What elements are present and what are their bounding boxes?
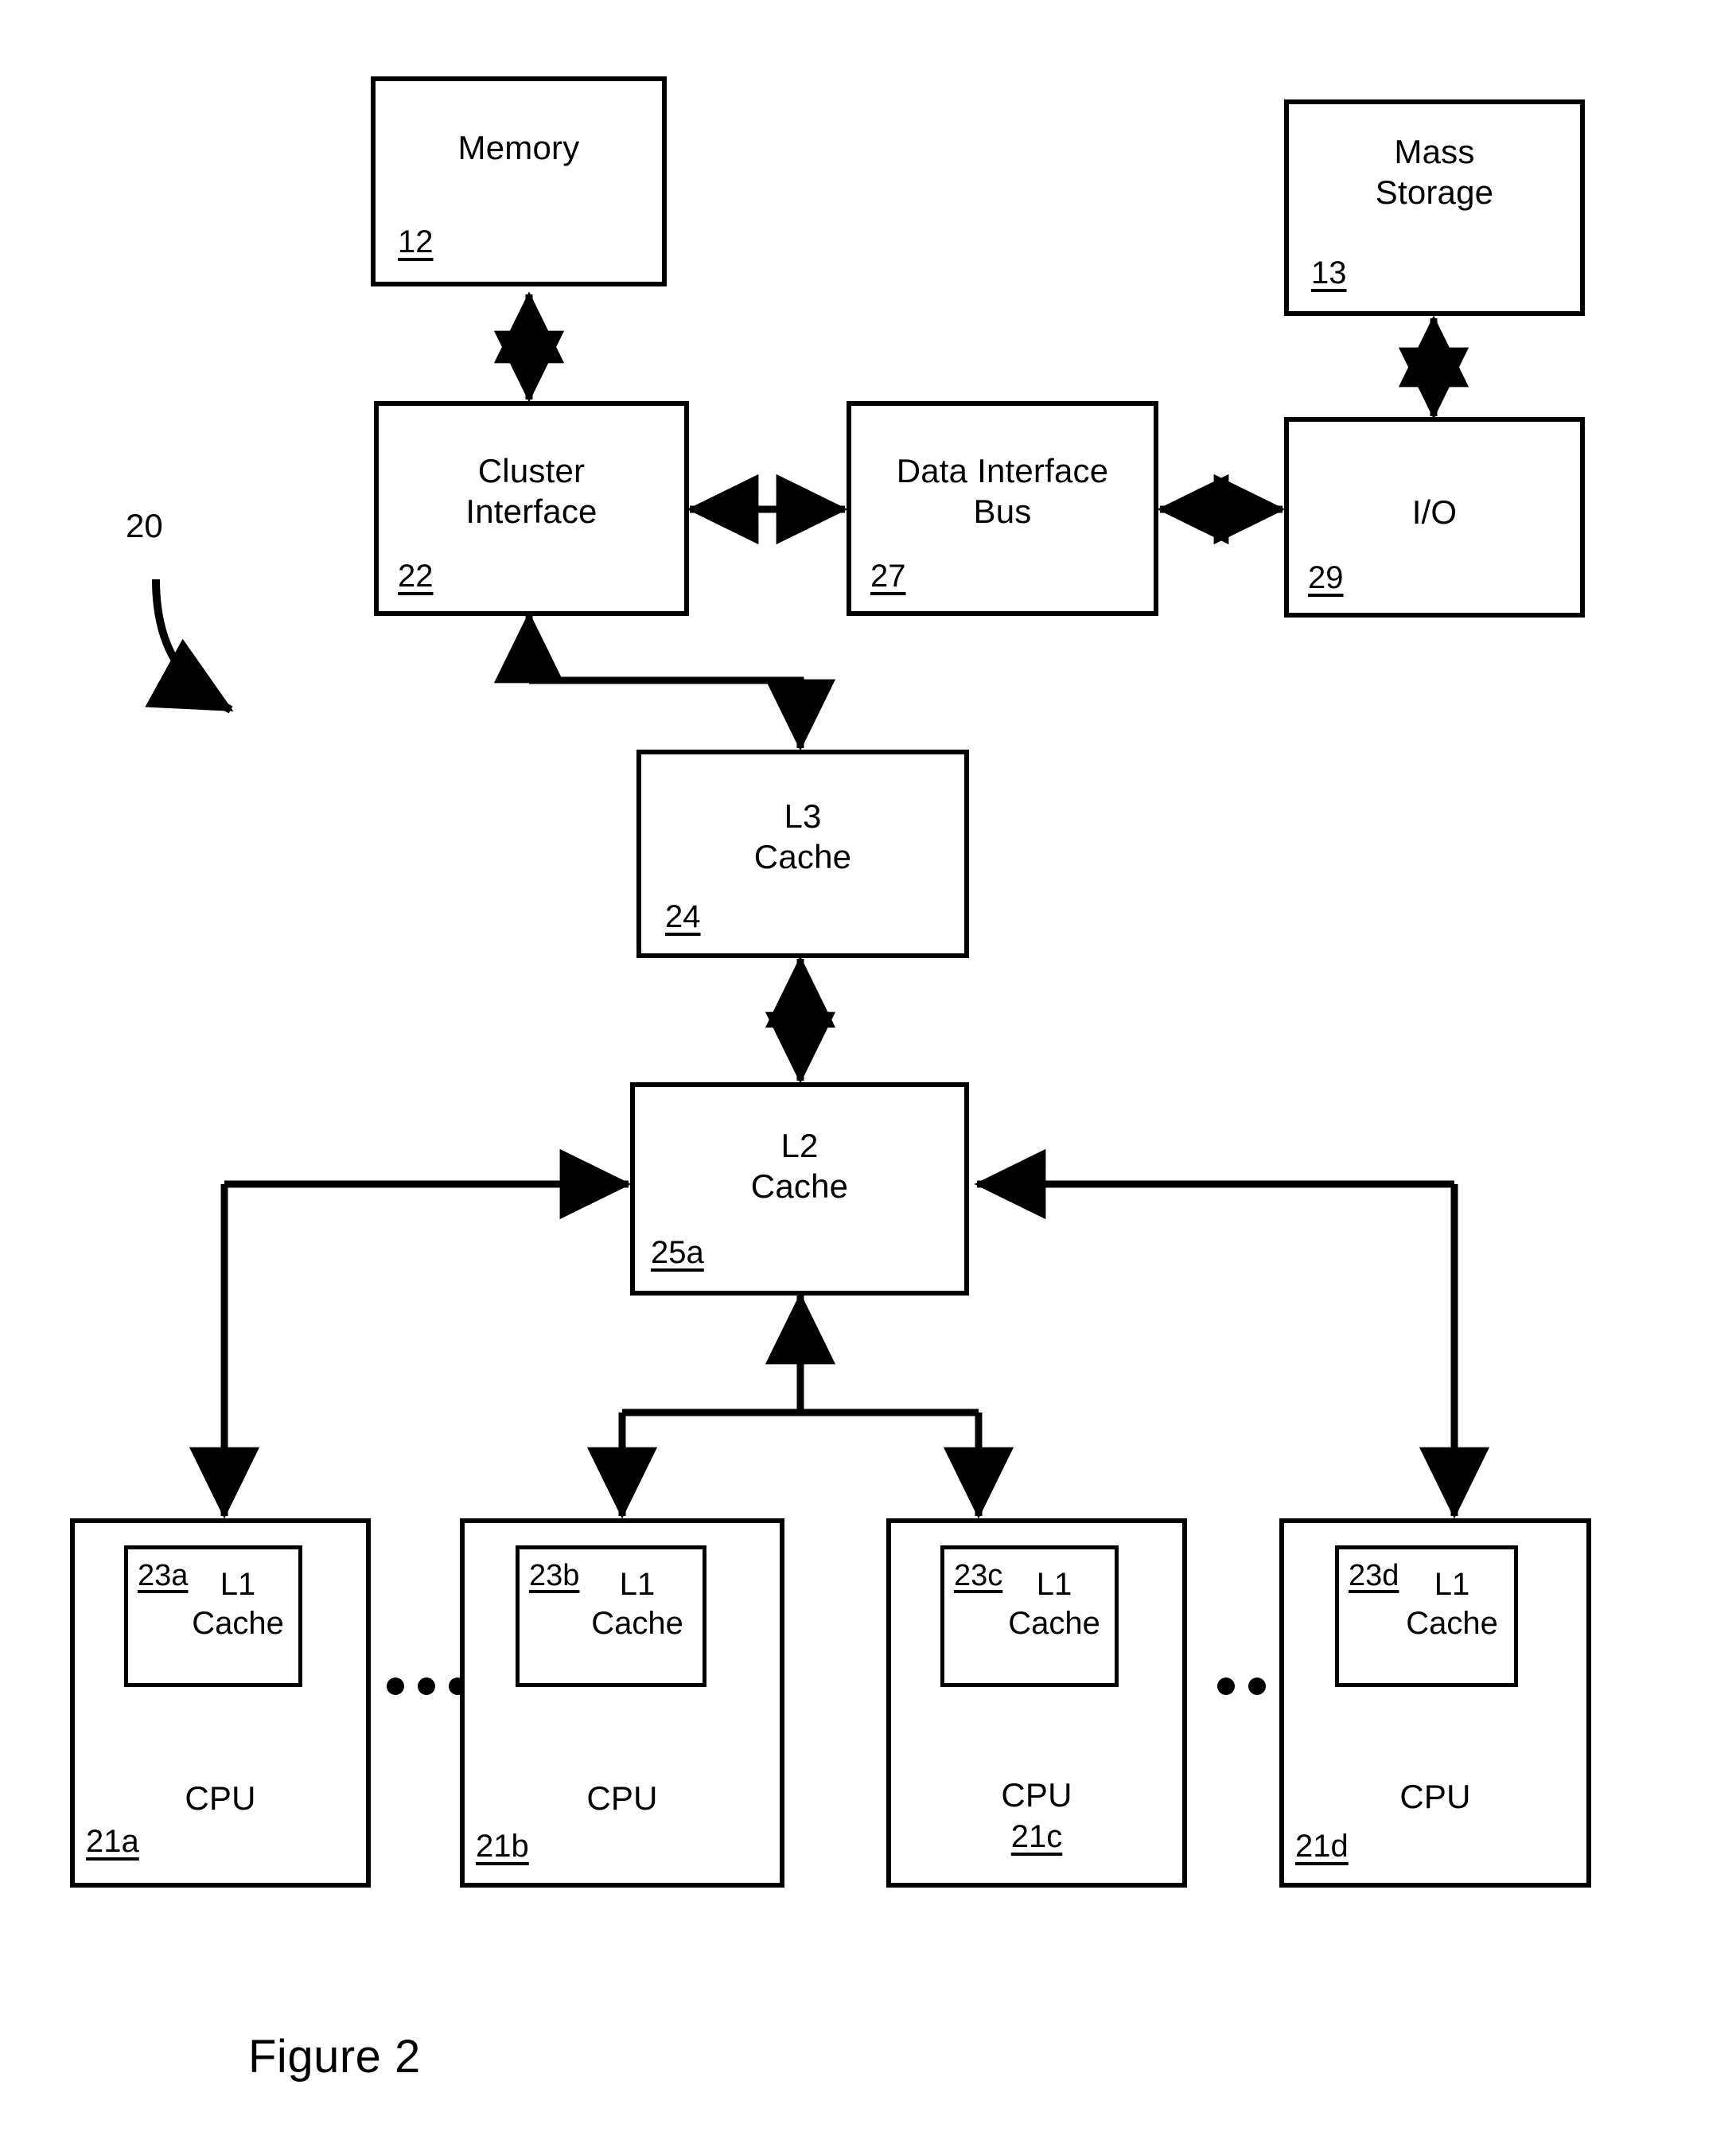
block-cpu-b[interactable]: 23b L1 Cache CPU 21b	[460, 1518, 784, 1888]
ellipsis-dot	[1217, 1677, 1235, 1695]
block-l2-cache-title: L2 Cache	[750, 1127, 849, 1206]
block-cluster-interface-title: Cluster Interface	[465, 452, 597, 531]
patent-figure: Memory 12 Mass Storage 13 Cluster Interf…	[0, 0, 1736, 2147]
block-l2-cache[interactable]: L2 Cache 25a	[630, 1082, 969, 1296]
block-l1-cache-a[interactable]: 23a L1 Cache	[124, 1545, 302, 1687]
block-cpu-a-title: CPU	[185, 1779, 256, 1817]
ellipsis-dot	[418, 1677, 435, 1695]
leader-arrow-20	[145, 579, 234, 714]
block-l3-cache[interactable]: L3 Cache 24	[636, 750, 969, 958]
block-l1-cache-c-title: L1 Cache	[1008, 1567, 1100, 1641]
block-data-interface-bus-ref: 27	[870, 559, 906, 594]
block-memory[interactable]: Memory 12	[371, 76, 667, 286]
block-io[interactable]: I/O 29	[1284, 417, 1585, 618]
block-io-ref: 29	[1308, 560, 1344, 595]
block-cpu-b-title: CPU	[586, 1779, 658, 1817]
block-l1-cache-d[interactable]: 23d L1 Cache	[1335, 1545, 1518, 1687]
figure-caption: Figure 2	[248, 2031, 421, 2083]
wire-cluster-l3-tail	[529, 676, 836, 751]
block-l2-cache-ref: 25a	[651, 1235, 704, 1270]
block-data-interface-bus[interactable]: Data Interface Bus 27	[847, 401, 1158, 616]
block-l3-cache-ref: 24	[665, 899, 701, 934]
system-ref-20: 20	[126, 507, 163, 544]
block-cpu-a-ref: 21a	[86, 1824, 139, 1859]
block-l1-cache-c[interactable]: 23c L1 Cache	[940, 1545, 1119, 1687]
block-mass-storage-title: Mass Storage	[1375, 133, 1494, 212]
block-l1-cache-a-title: L1 Cache	[192, 1567, 284, 1641]
block-memory-title: Memory	[457, 129, 580, 166]
block-cpu-b-ref: 21b	[476, 1829, 529, 1864]
ellipsis-dot	[1248, 1677, 1266, 1695]
block-memory-ref: 12	[398, 224, 434, 259]
block-cpu-d[interactable]: 23d L1 Cache CPU 21d	[1279, 1518, 1591, 1888]
block-mass-storage[interactable]: Mass Storage 13	[1284, 99, 1585, 316]
block-cpu-d-ref: 21d	[1295, 1829, 1349, 1864]
block-cluster-interface[interactable]: Cluster Interface 22	[374, 401, 689, 616]
block-cluster-interface-ref: 22	[398, 559, 434, 594]
block-cpu-c-ref: 21c	[1010, 1819, 1063, 1854]
block-cpu-a[interactable]: 23a L1 Cache CPU 21a	[70, 1518, 371, 1888]
block-l1-cache-b-title: L1 Cache	[591, 1567, 683, 1641]
block-cpu-d-title: CPU	[1399, 1778, 1471, 1815]
ellipsis-dot	[387, 1677, 404, 1695]
block-data-interface-bus-title: Data Interface Bus	[896, 452, 1109, 531]
block-cpu-c[interactable]: 23c L1 Cache CPU 21c	[886, 1518, 1187, 1888]
block-l3-cache-title: L3 Cache	[753, 797, 852, 876]
block-cpu-c-title: CPU	[1001, 1776, 1072, 1814]
block-mass-storage-ref: 13	[1311, 255, 1347, 290]
block-io-title: I/O	[1411, 493, 1458, 531]
block-l1-cache-b[interactable]: 23b L1 Cache	[516, 1545, 706, 1687]
block-l1-cache-d-title: L1 Cache	[1406, 1567, 1498, 1641]
ellipsis-left	[387, 1677, 466, 1695]
